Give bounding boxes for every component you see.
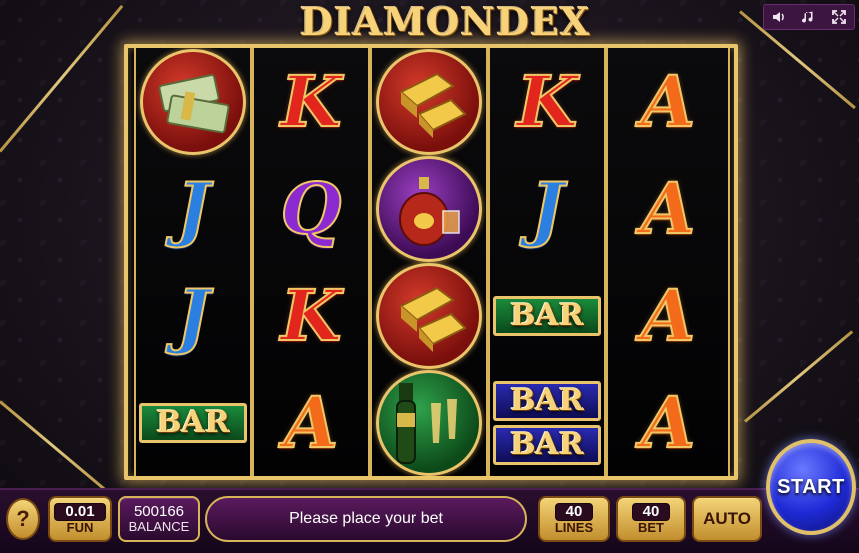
symbol-a: A	[640, 380, 696, 464]
bet-value: 40	[631, 503, 671, 521]
symbol-k: K	[280, 273, 343, 357]
symbol-q: Q	[280, 166, 343, 250]
bet-button[interactable]: 40 BET	[616, 496, 686, 542]
bet-label: BET	[638, 520, 664, 535]
symbol-k: K	[280, 59, 343, 143]
symbol-a: A	[640, 273, 696, 357]
symbol-double-bar: BAR BAR	[490, 369, 604, 476]
bar-label: BAR	[493, 424, 601, 465]
bar-label: BAR	[493, 295, 601, 336]
coin-value-button[interactable]: 0.01 FUN	[48, 496, 112, 542]
fullscreen-icon[interactable]	[828, 6, 850, 28]
lines-label: LINES	[554, 520, 594, 535]
symbol-a: A	[640, 166, 696, 250]
symbol-gold-bars	[372, 262, 486, 369]
symbol-a: A	[283, 380, 339, 464]
auto-label: AUTO	[703, 509, 751, 528]
reel-1: J J BAR	[134, 48, 252, 476]
symbol-bar: BAR	[136, 369, 250, 476]
auto-button[interactable]: AUTO	[692, 496, 762, 542]
reel-4: K J BAR BAR BAR	[488, 48, 606, 476]
balance-value: 500166	[133, 503, 185, 520]
symbol-money-stack	[136, 48, 250, 155]
help-button[interactable]: ?	[6, 498, 40, 540]
bar-label: BAR	[139, 402, 247, 443]
coin-value: 0.01	[54, 503, 106, 521]
coin-label: FUN	[66, 520, 94, 535]
symbol-bar: BAR	[490, 262, 604, 369]
music-note-icon[interactable]	[798, 6, 820, 28]
top-controls	[763, 4, 855, 30]
status-message: Please place your bet	[205, 496, 527, 542]
symbol-champagne	[372, 369, 486, 476]
symbol-a: A	[640, 59, 696, 143]
reel-frame: J J BAR K Q K A K J BAR BAR BAR A A A A	[124, 44, 738, 480]
balance-display: 500166 BALANCE	[118, 496, 200, 542]
reel-2: K Q K A	[252, 48, 370, 476]
lines-value: 40	[554, 503, 594, 521]
reel-3	[370, 48, 488, 476]
symbol-gold-bars	[372, 48, 486, 155]
symbol-j: J	[529, 166, 564, 250]
bottom-bar: ? 0.01 FUN 500166 BALANCE Please place y…	[0, 488, 859, 553]
symbol-j: J	[175, 166, 210, 250]
start-button[interactable]: START	[766, 439, 856, 535]
symbol-cognac	[372, 155, 486, 262]
symbol-k: K	[516, 59, 579, 143]
game-title: DIAMONDEX	[300, 0, 591, 44]
reel-5: A A A A	[606, 48, 730, 476]
symbol-j: J	[175, 273, 210, 357]
balance-label: BALANCE	[128, 519, 190, 534]
speaker-icon[interactable]	[768, 6, 790, 28]
bar-label: BAR	[493, 380, 601, 421]
lines-button[interactable]: 40 LINES	[538, 496, 610, 542]
